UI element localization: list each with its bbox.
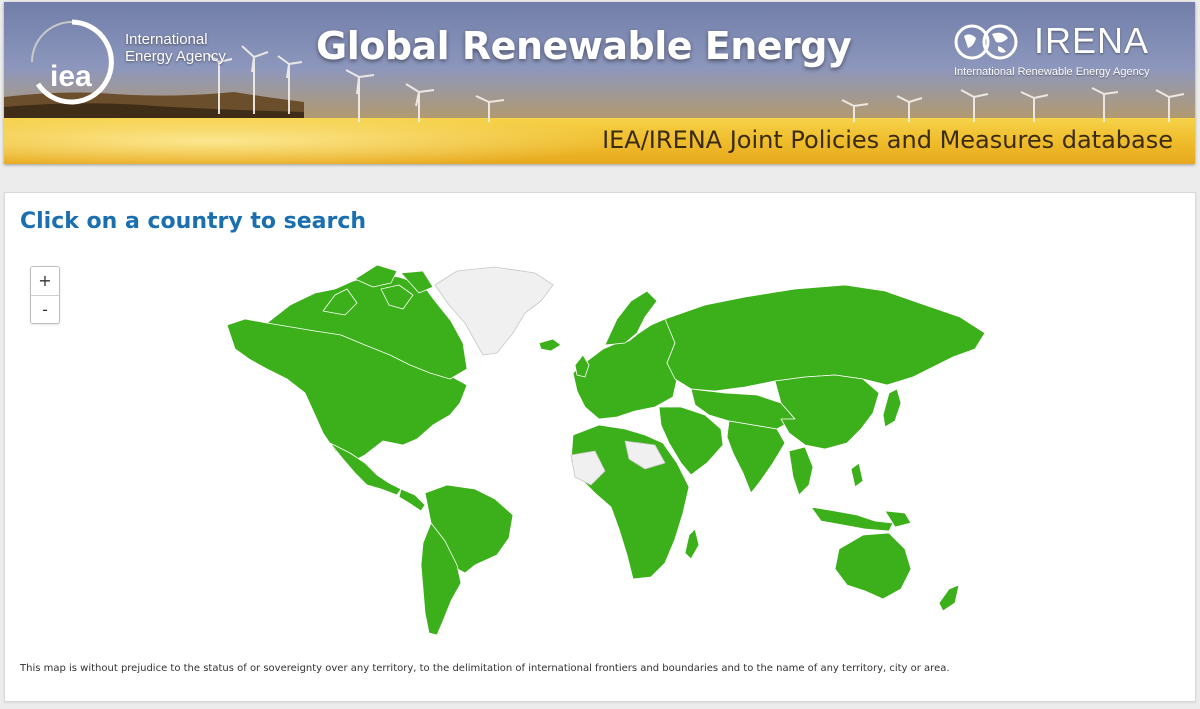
country-japan[interactable] — [882, 388, 902, 428]
iea-name-line1: International — [125, 31, 208, 48]
irena-name: IRENA — [1034, 20, 1150, 61]
country-indonesia[interactable] — [810, 506, 894, 532]
country-russia[interactable] — [664, 284, 986, 392]
irena-full-name: International Renewable Energy Agency — [954, 66, 1150, 78]
country-madagascar[interactable] — [684, 528, 700, 560]
country-philippines[interactable] — [850, 462, 864, 488]
irena-globe-logo-icon — [954, 24, 1018, 60]
country-new-zealand[interactable] — [938, 584, 960, 612]
iea-name: International Energy Agency — [125, 31, 265, 65]
map-disclaimer: This map is without prejudice to the sta… — [20, 663, 950, 674]
banner-title: Global Renewable Energy — [316, 24, 852, 68]
country-india[interactable] — [726, 420, 786, 494]
banner-subtitle: IEA/IRENA Joint Policies and Measures da… — [602, 126, 1173, 154]
country-iceland[interactable] — [538, 338, 562, 352]
country-china[interactable] — [774, 374, 880, 450]
iea-logo-icon: iea — [31, 19, 114, 105]
map-panel: Click on a country to search + - This ma… — [4, 192, 1196, 702]
iea-name-line2: Energy Agency — [125, 48, 226, 65]
country-australia[interactable] — [834, 532, 912, 600]
iea-logo-text: iea — [50, 60, 92, 93]
world-map[interactable] — [5, 193, 1195, 663]
country-central-america[interactable] — [398, 488, 426, 512]
country-southeast-asia[interactable] — [788, 446, 814, 496]
site-banner: iea International Energy Agency Global R… — [4, 2, 1195, 164]
